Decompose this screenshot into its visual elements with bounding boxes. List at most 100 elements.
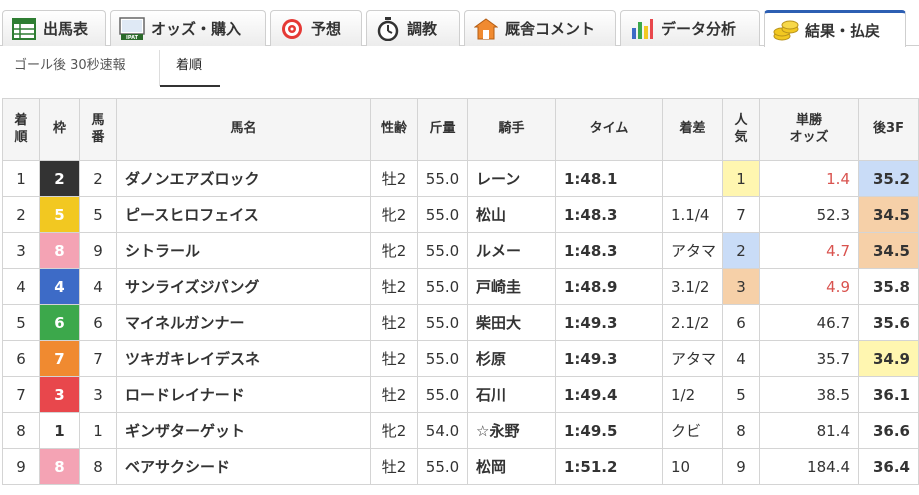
tab-prediction[interactable]: 予想 [270,10,362,46]
jockey-link[interactable]: ☆永野 [467,412,556,449]
rank-cell: 9 [2,448,40,485]
horse-name-link[interactable]: ベアサクシード [116,448,371,485]
horse-name-link[interactable]: シトラール [116,232,371,269]
table-row: 6 7 7 ツキガキレイデスネ 牡2 55.0 杉原 1:49.3 アタマ 4 35.7 34.9 [2,340,919,377]
odds-cell: 81.4 [759,412,859,449]
sex-age-cell: 牡2 [370,160,418,197]
header-umaban[interactable]: 馬 番 [79,98,117,161]
margin-cell: アタマ [662,232,723,269]
popularity-cell: 1 [722,160,760,197]
stable-icon [473,17,499,41]
rank-cell: 4 [2,268,40,305]
sub-tab-bar: ゴール後 30秒速報 着順 [0,46,919,88]
jockey-link[interactable]: ルメー [467,232,556,269]
waku-cell: 1 [39,412,80,449]
odds-cell: 4.7 [759,232,859,269]
horse-name-link[interactable]: サンライズジパング [116,268,371,305]
header-sex-age[interactable]: 性齢 [370,98,418,161]
table-row: 5 6 6 マイネルガンナー 牡2 55.0 柴田大 1:49.3 2.1/2 6 46.7 35.6 [2,304,919,341]
umaban-cell: 7 [79,340,117,377]
tab-label: データ分析 [661,20,737,38]
jockey-link[interactable]: 柴田大 [467,304,556,341]
tab-label: 厩舎コメント [505,20,596,38]
margin-cell: クビ [662,412,723,449]
popularity-cell: 5 [722,376,760,413]
margin-cell: 1.1/4 [662,196,723,233]
time-cell: 1:48.3 [555,196,663,233]
ipat-icon: IPAT [119,16,145,41]
margin-cell: 1/2 [662,376,723,413]
header-jockey[interactable]: 騎手 [467,98,556,161]
sex-age-cell: 牝2 [370,412,418,449]
umaban-cell: 8 [79,448,117,485]
popularity-cell: 4 [722,340,760,377]
table-row: 1 2 2 ダノンエアズロック 牡2 55.0 レーン 1:48.1 1 1.4 35.2 [2,160,919,197]
horse-name-link[interactable]: ギンザターゲット [116,412,371,449]
time-cell: 1:48.1 [555,160,663,197]
sex-age-cell: 牝2 [370,232,418,269]
popularity-cell: 6 [722,304,760,341]
jockey-link[interactable]: レーン [467,160,556,197]
horse-name-link[interactable]: ダノンエアズロック [116,160,371,197]
weight-cell: 54.0 [417,412,468,449]
time-cell: 1:48.3 [555,232,663,269]
sex-age-cell: 牡2 [370,340,418,377]
time-cell: 1:49.4 [555,376,663,413]
time-cell: 1:49.5 [555,412,663,449]
tab-label: 予想 [311,20,342,38]
margin-cell: 10 [662,448,723,485]
weight-cell: 55.0 [417,340,468,377]
waku-cell: 2 [39,160,80,197]
subtab-goal-flash[interactable]: ゴール後 30秒速報 [14,54,126,73]
last3f-cell: 35.2 [858,160,919,197]
margin-cell: アタマ [662,340,723,377]
subtab-finish-order[interactable]: 着順 [176,54,202,73]
horse-name-link[interactable]: ピースヒロフェイス [116,196,371,233]
header-time[interactable]: タイム [555,98,663,161]
horse-name-link[interactable]: マイネルガンナー [116,304,371,341]
header-popularity[interactable]: 人 気 [722,98,760,161]
popularity-cell: 7 [722,196,760,233]
rank-cell: 2 [2,196,40,233]
horse-name-link[interactable]: ロードレイナード [116,376,371,413]
header-horse-name[interactable]: 馬名 [116,98,371,161]
header-weight[interactable]: 斤量 [417,98,468,161]
table-row: 3 8 9 シトラール 牝2 55.0 ルメー 1:48.3 アタマ 2 4.7 34.5 [2,232,919,269]
jockey-link[interactable]: 戸崎圭 [467,268,556,305]
header-last3f[interactable]: 後3F [858,98,919,161]
results-table-body: 1 2 2 ダノンエアズロック 牡2 55.0 レーン 1:48.1 1 1.4 35.2 2 5 5 ピー… [2,160,919,485]
odds-cell: 38.5 [759,376,859,413]
odds-cell: 184.4 [759,448,859,485]
sex-age-cell: 牡2 [370,304,418,341]
rank-cell: 8 [2,412,40,449]
weight-cell: 55.0 [417,160,468,197]
header-rank[interactable]: 着 順 [2,98,40,161]
header-margin[interactable]: 着差 [662,98,723,161]
header-odds[interactable]: 単勝 オッズ [759,98,859,161]
tab-entries[interactable]: 出馬表 [2,10,106,46]
tab-label: 調教 [407,20,438,38]
waku-cell: 4 [39,268,80,305]
umaban-cell: 2 [79,160,117,197]
tab-stable-comment[interactable]: 厩舎コメント [464,10,616,46]
time-cell: 1:51.2 [555,448,663,485]
rank-cell: 5 [2,304,40,341]
jockey-link[interactable]: 松山 [467,196,556,233]
last3f-cell: 34.9 [858,340,919,377]
header-waku[interactable]: 枠 [39,98,80,161]
last3f-cell: 36.1 [858,376,919,413]
tab-data-analysis[interactable]: データ分析 [620,10,760,46]
tab-results-payout[interactable]: 結果・払戻 [764,10,906,47]
jockey-link[interactable]: 石川 [467,376,556,413]
jockey-link[interactable]: 松岡 [467,448,556,485]
umaban-cell: 4 [79,268,117,305]
waku-cell: 3 [39,376,80,413]
tab-odds-purchase[interactable]: IPAT オッズ・購入 [110,10,266,46]
rank-cell: 1 [2,160,40,197]
horse-name-link[interactable]: ツキガキレイデスネ [116,340,371,377]
waku-cell: 8 [39,448,80,485]
jockey-link[interactable]: 杉原 [467,340,556,377]
results-table: 着 順 枠 馬 番 馬名 性齢 斤量 騎手 タイム 着差 人 気 単勝 オッズ … [2,98,919,485]
umaban-cell: 1 [79,412,117,449]
tab-training[interactable]: 調教 [366,10,460,46]
